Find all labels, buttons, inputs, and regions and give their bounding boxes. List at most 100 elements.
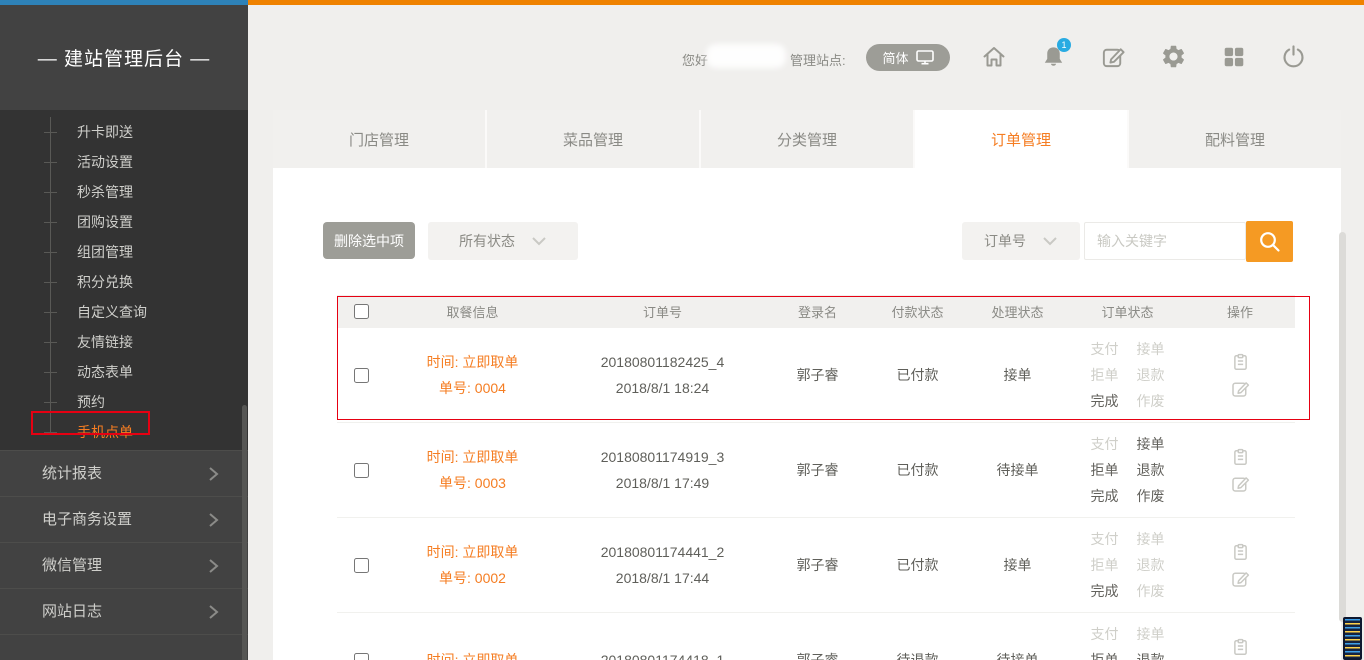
- power-icon[interactable]: [1279, 42, 1308, 71]
- order-detail-icon[interactable]: [1230, 447, 1251, 468]
- col-order-no: 订单号: [560, 302, 765, 321]
- sidebar-section-stats[interactable]: 统计报表: [0, 450, 248, 496]
- order-state-action[interactable]: 完成: [1091, 581, 1119, 601]
- pickup-no: 单号: 0003: [385, 470, 560, 496]
- tab-store-manage[interactable]: 门店管理: [273, 110, 485, 168]
- table-row: 时间: 立即取单 单号: 0002 20180801174441_2 2018/…: [337, 518, 1295, 613]
- sidebar-scrollbar[interactable]: [242, 405, 247, 660]
- sidebar-item-activity[interactable]: 活动设置: [0, 147, 248, 177]
- order-state-action[interactable]: 支付: [1091, 624, 1119, 644]
- tab-bar: 门店管理 菜品管理 分类管理 订单管理 配料管理: [273, 110, 1341, 168]
- delete-selected-button[interactable]: 删除选中项: [323, 222, 415, 259]
- monitor-icon: [916, 50, 934, 65]
- login-name: 郭子睿: [765, 650, 870, 660]
- bell-icon[interactable]: 1: [1039, 42, 1068, 71]
- order-number: 20180801182425_4: [560, 349, 765, 375]
- row-checkbox[interactable]: [354, 368, 369, 383]
- select-all-checkbox[interactable]: [354, 304, 369, 319]
- settings-icon[interactable]: [1159, 42, 1188, 71]
- language-label: 简体: [882, 48, 908, 67]
- order-detail-icon[interactable]: [1230, 637, 1251, 658]
- tab-ingredient-manage[interactable]: 配料管理: [1127, 110, 1341, 168]
- order-detail-icon[interactable]: [1230, 352, 1251, 373]
- sidebar-item-dynamic-form[interactable]: 动态表单: [0, 357, 248, 387]
- sidebar-item-flash-sale[interactable]: 秒杀管理: [0, 177, 248, 207]
- order-detail-icon[interactable]: [1230, 542, 1251, 563]
- process-status: 接单: [965, 365, 1070, 385]
- order-state-action[interactable]: 接单: [1137, 434, 1165, 454]
- status-filter-dropdown[interactable]: 所有状态: [428, 222, 578, 260]
- order-state-action[interactable]: 作废: [1137, 581, 1165, 601]
- order-state-action[interactable]: 拒单: [1091, 555, 1119, 575]
- order-state-action[interactable]: 退款: [1137, 460, 1165, 480]
- sidebar-item-group-manage[interactable]: 组团管理: [0, 237, 248, 267]
- edit-icon[interactable]: [1099, 42, 1128, 71]
- tab-category-manage[interactable]: 分类管理: [699, 110, 913, 168]
- language-pill-button[interactable]: 简体: [866, 44, 950, 71]
- home-icon[interactable]: [979, 42, 1008, 71]
- order-state-action[interactable]: 拒单: [1091, 365, 1119, 385]
- sidebar-item-group-buy[interactable]: 团购设置: [0, 207, 248, 237]
- page-scrollbar[interactable]: [1339, 232, 1346, 622]
- search-type-dropdown[interactable]: 订单号: [962, 222, 1080, 260]
- search-button[interactable]: [1246, 221, 1293, 262]
- sidebar-section-label: 统计报表: [42, 465, 102, 482]
- order-state-action[interactable]: 支付: [1091, 529, 1119, 549]
- sidebar-item-custom-query[interactable]: 自定义查询: [0, 297, 248, 327]
- row-checkbox[interactable]: [354, 653, 369, 660]
- sidebar-section-site-log[interactable]: 网站日志: [0, 588, 248, 634]
- table-row: 时间: 立即取单 单号: 0003 20180801174919_3 2018/…: [337, 423, 1295, 518]
- pickup-no: 单号: 0004: [385, 375, 560, 401]
- order-state-action[interactable]: 拒单: [1091, 650, 1119, 660]
- chevron-right-icon: [204, 465, 222, 483]
- order-state-actions: 支付 接单 拒单 退款 完成 作废: [1091, 339, 1165, 411]
- order-state-action[interactable]: 支付: [1091, 339, 1119, 359]
- header-icon-bar: 1: [979, 42, 1308, 71]
- order-date: 2018/8/1 18:24: [560, 375, 765, 401]
- order-date: 2018/8/1 17:49: [560, 470, 765, 496]
- order-edit-icon[interactable]: [1230, 378, 1251, 399]
- sidebar-section-wechat[interactable]: 微信管理: [0, 542, 248, 588]
- order-state-action[interactable]: 接单: [1137, 624, 1165, 644]
- order-state-action[interactable]: 拒单: [1091, 460, 1119, 480]
- pay-status: 已付款: [870, 460, 965, 480]
- tray-widget: [1343, 617, 1362, 660]
- pay-status: 已付款: [870, 555, 965, 575]
- sidebar-item-points[interactable]: 积分兑换: [0, 267, 248, 297]
- row-checkbox[interactable]: [354, 463, 369, 478]
- order-state-action[interactable]: 接单: [1137, 339, 1165, 359]
- sidebar-item-reservation[interactable]: 预约: [0, 387, 248, 417]
- col-actions: 操作: [1185, 302, 1295, 321]
- order-state-action[interactable]: 接单: [1137, 529, 1165, 549]
- order-state-action[interactable]: 退款: [1137, 365, 1165, 385]
- col-login-name: 登录名: [765, 302, 870, 321]
- keyword-search-input[interactable]: [1084, 222, 1246, 260]
- order-state-action[interactable]: 完成: [1091, 486, 1119, 506]
- apps-icon[interactable]: [1219, 42, 1248, 71]
- chevron-down-icon: [531, 236, 547, 246]
- order-state-action[interactable]: 作废: [1137, 486, 1165, 506]
- order-state-action[interactable]: 退款: [1137, 650, 1165, 660]
- order-edit-icon[interactable]: [1230, 568, 1251, 589]
- row-checkbox[interactable]: [354, 558, 369, 573]
- login-name: 郭子睿: [765, 365, 870, 385]
- order-state-action[interactable]: 完成: [1091, 391, 1119, 411]
- sidebar-section-label: 网站日志: [42, 603, 102, 620]
- sidebar-section-spacer: [0, 634, 248, 660]
- sidebar-item-mobile-order[interactable]: 手机点单: [0, 417, 248, 447]
- chevron-right-icon: [204, 511, 222, 529]
- content-card: 门店管理 菜品管理 分类管理 订单管理 配料管理 删除选中项 所有状态 订单号 …: [273, 110, 1341, 660]
- sidebar-item-friend-links[interactable]: 友情链接: [0, 327, 248, 357]
- order-edit-icon[interactable]: [1230, 473, 1251, 494]
- greeting-text: 您好: [682, 50, 708, 69]
- sidebar-item-card-gift[interactable]: 升卡即送: [0, 117, 248, 147]
- tab-order-manage[interactable]: 订单管理: [913, 110, 1127, 168]
- sidebar-section-ecommerce[interactable]: 电子商务设置: [0, 496, 248, 542]
- order-state-action[interactable]: 作废: [1137, 391, 1165, 411]
- order-state-action[interactable]: 支付: [1091, 434, 1119, 454]
- order-number: 20180801174441_2: [560, 539, 765, 565]
- pay-status: 已付款: [870, 365, 965, 385]
- tab-dish-manage[interactable]: 菜品管理: [485, 110, 699, 168]
- col-pickup-info: 取餐信息: [385, 302, 560, 321]
- order-state-action[interactable]: 退款: [1137, 555, 1165, 575]
